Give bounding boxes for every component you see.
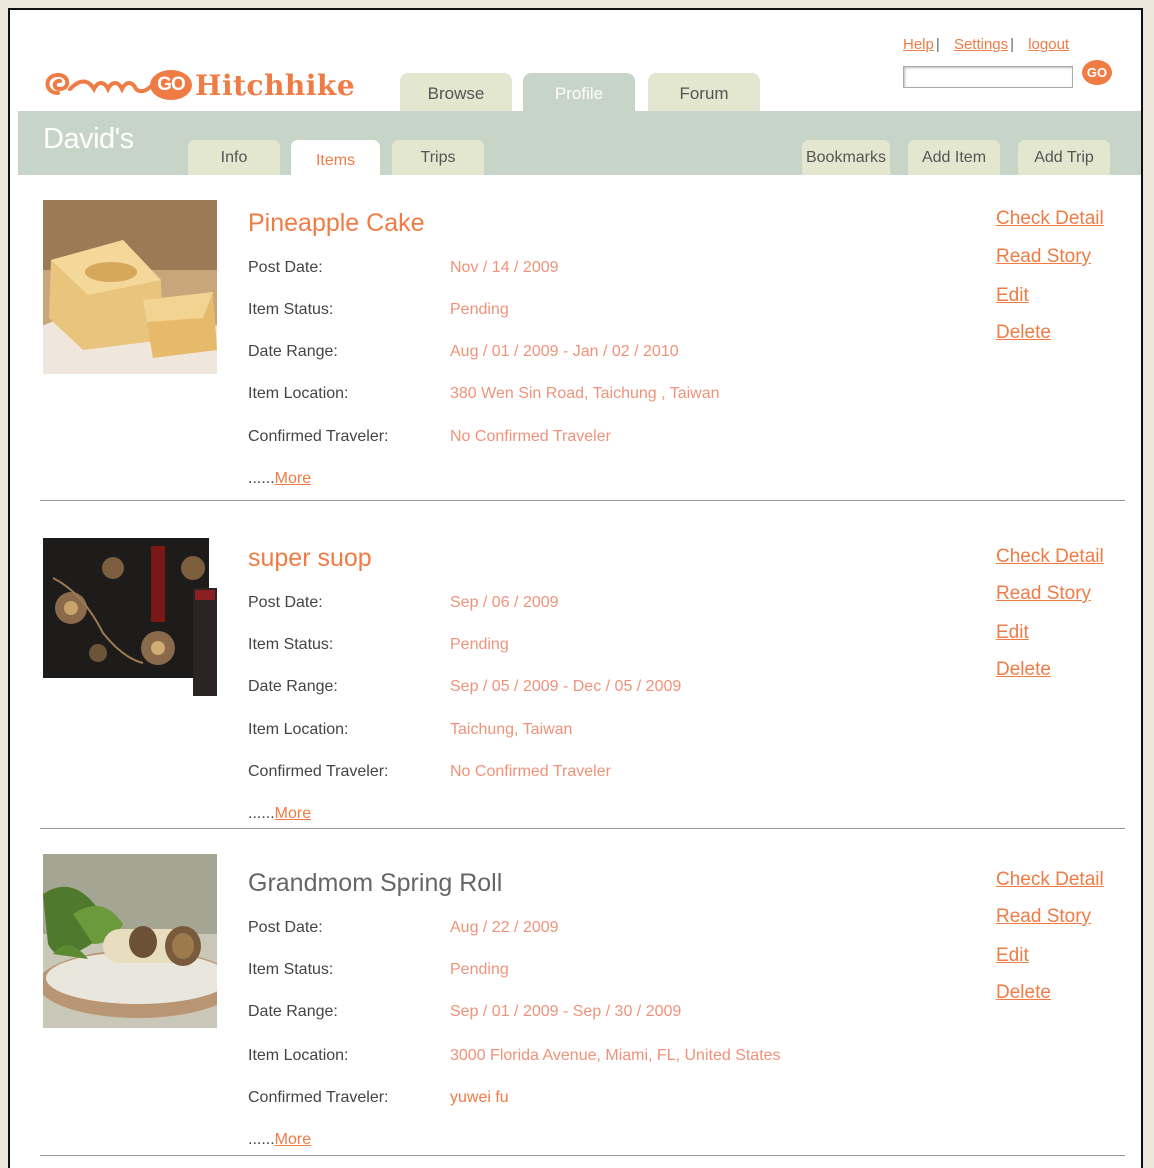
date-range-value: Sep / 01 / 2009 - Sep / 30 / 2009 [450, 1003, 682, 1020]
search-go-button[interactable]: GO [1082, 60, 1112, 85]
more-link[interactable]: More [275, 805, 311, 822]
post-date-value: Nov / 14 / 2009 [450, 259, 559, 276]
page-frame: GO Hitchhike Browse Profile Forum Help | … [8, 8, 1143, 1168]
logo-squiggle-icon [45, 72, 152, 95]
date-range-label: Date Range: [248, 343, 338, 360]
tab-info[interactable]: Info [188, 140, 280, 175]
status-label: Item Status: [248, 636, 334, 653]
traveler-value: No Confirmed Traveler [450, 428, 611, 445]
search-input[interactable] [903, 66, 1073, 88]
post-date-value: Sep / 06 / 2009 [450, 594, 559, 611]
traveler-value: yuwei fu [450, 1089, 509, 1106]
edit-link[interactable]: Edit [996, 622, 1029, 644]
item-title[interactable]: Grandmom Spring Roll [248, 869, 502, 898]
logo-go-badge: GO [150, 70, 192, 100]
item-photo[interactable] [43, 854, 217, 1028]
more-link[interactable]: More [275, 470, 311, 487]
traveler-label: Confirmed Traveler: [248, 1089, 389, 1106]
profile-owner-name: David's [43, 123, 134, 155]
status-label: Item Status: [248, 301, 334, 318]
item-photo[interactable] [43, 200, 217, 374]
traveler-label: Confirmed Traveler: [248, 763, 389, 780]
item-title[interactable]: Pineapple Cake [248, 209, 425, 238]
status-value: Pending [450, 961, 509, 978]
location-label: Item Location: [248, 1047, 349, 1064]
status-label: Item Status: [248, 961, 334, 978]
tab-forum[interactable]: Forum [648, 73, 760, 111]
tab-items[interactable]: Items [291, 140, 380, 175]
tab-profile[interactable]: Profile [523, 73, 635, 111]
delete-link[interactable]: Delete [996, 322, 1051, 344]
more-prefix: ...... [248, 470, 275, 487]
add-trip-button[interactable]: Add Trip [1018, 140, 1110, 175]
bookmarks-button[interactable]: Bookmarks [802, 140, 890, 175]
location-label: Item Location: [248, 721, 349, 738]
check-detail-link[interactable]: Check Detail [996, 208, 1104, 230]
more-row: ......More [248, 470, 311, 488]
edit-link[interactable]: Edit [996, 285, 1029, 307]
more-link[interactable]: More [275, 1131, 311, 1148]
item-title[interactable]: super suop [248, 544, 372, 573]
post-date-label: Post Date: [248, 259, 323, 276]
hitchhike-logo[interactable]: GO Hitchhike [40, 65, 355, 105]
read-story-link[interactable]: Read Story [996, 246, 1091, 268]
edit-link[interactable]: Edit [996, 945, 1029, 967]
traveler-label: Confirmed Traveler: [248, 428, 389, 445]
date-range-label: Date Range: [248, 678, 338, 695]
location-value: Taichung, Taiwan [450, 721, 573, 738]
date-range-value: Sep / 05 / 2009 - Dec / 05 / 2009 [450, 678, 682, 695]
tab-trips[interactable]: Trips [392, 140, 484, 175]
traveler-value: No Confirmed Traveler [450, 763, 611, 780]
link-separator: | [1010, 36, 1015, 53]
more-prefix: ...... [248, 805, 275, 822]
location-label: Item Location: [248, 385, 349, 402]
tab-browse[interactable]: Browse [400, 73, 512, 111]
check-detail-link[interactable]: Check Detail [996, 869, 1104, 891]
settings-link[interactable]: Settings [954, 36, 1008, 53]
profile-bar: David's Info Items Trips Bookmarks Add I… [18, 111, 1141, 175]
top-links: Help | Settings | logout [903, 36, 1069, 53]
location-value: 3000 Florida Avenue, Miami, FL, United S… [450, 1047, 781, 1064]
pineapple-cake-image [43, 200, 217, 374]
delete-link[interactable]: Delete [996, 659, 1051, 681]
date-range-label: Date Range: [248, 1003, 338, 1020]
more-row: ......More [248, 1131, 311, 1149]
status-value: Pending [450, 636, 509, 653]
item-divider [40, 828, 1125, 829]
spring-roll-image [43, 854, 217, 1028]
read-story-link[interactable]: Read Story [996, 583, 1091, 605]
date-range-value: Aug / 01 / 2009 - Jan / 02 / 2010 [450, 343, 679, 360]
status-value: Pending [450, 301, 509, 318]
brand-name: Hitchhike [195, 68, 356, 102]
help-link[interactable]: Help [903, 36, 934, 53]
item-divider [40, 1155, 1125, 1156]
more-row: ......More [248, 805, 311, 823]
check-detail-link[interactable]: Check Detail [996, 546, 1104, 568]
read-story-link[interactable]: Read Story [996, 906, 1091, 928]
post-date-label: Post Date: [248, 919, 323, 936]
delete-link[interactable]: Delete [996, 982, 1051, 1004]
location-value: 380 Wen Sin Road, Taichung , Taiwan [450, 385, 720, 402]
add-item-button[interactable]: Add Item [908, 140, 1000, 175]
link-separator: | [935, 36, 940, 53]
soup-box-image [43, 538, 217, 712]
post-date-label: Post Date: [248, 594, 323, 611]
item-photo[interactable] [43, 538, 217, 712]
logout-link[interactable]: logout [1028, 36, 1069, 53]
item-divider [40, 500, 1125, 501]
post-date-value: Aug / 22 / 2009 [450, 919, 559, 936]
more-prefix: ...... [248, 1131, 275, 1148]
